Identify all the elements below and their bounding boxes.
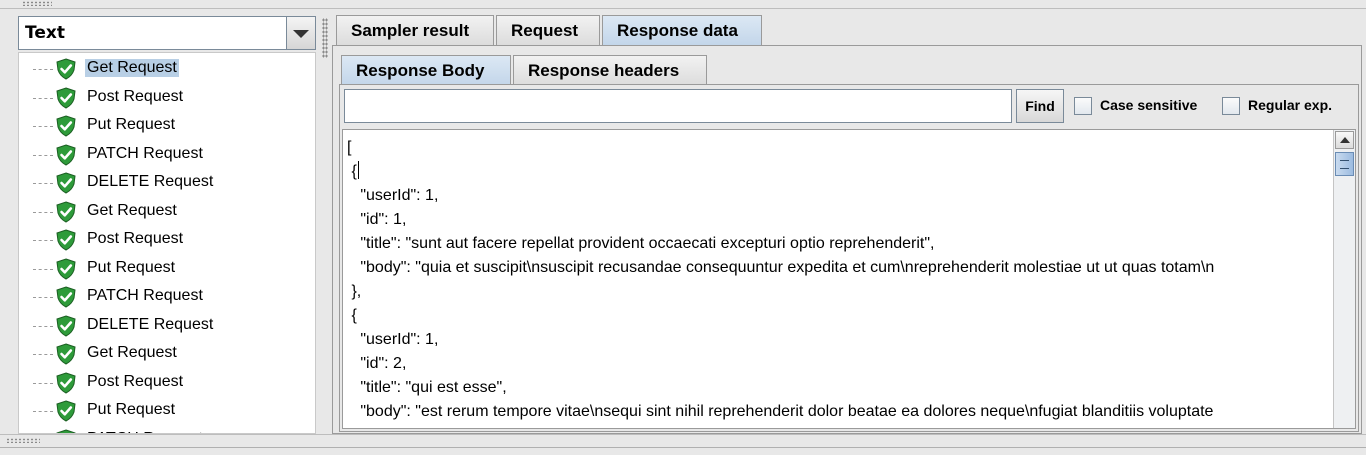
divider xyxy=(0,447,1366,448)
tree-item[interactable]: Put Request xyxy=(19,112,315,140)
response-line: [ xyxy=(347,139,352,156)
top-splitter[interactable] xyxy=(0,0,1366,9)
case-sensitive-label: Case sensitive xyxy=(1100,97,1198,113)
tab-sampler-result[interactable]: Sampler result xyxy=(336,15,494,45)
tree-item-label: Put Request xyxy=(87,401,176,418)
response-body-content: Find Case sensitive Regular exp. [ { "us… xyxy=(339,84,1359,432)
tree-connector xyxy=(33,297,53,298)
shield-check-icon xyxy=(55,257,77,280)
shield-check-icon xyxy=(55,200,77,223)
regular-exp-checkbox[interactable] xyxy=(1222,97,1240,115)
tree-item-label: Post Request xyxy=(87,230,184,247)
tree-connector xyxy=(33,211,53,213)
response-line: "title": "sunt aut facere repellat provi… xyxy=(347,235,935,252)
response-line: "userId": 1, xyxy=(347,187,439,204)
response-text[interactable]: [ { "userId": 1, "id": 1, "title": "sunt… xyxy=(347,136,1323,428)
tree-item-label: Put Request xyxy=(87,116,176,133)
subtab-response-headers[interactable]: Response headers xyxy=(513,55,707,85)
tree-connector xyxy=(33,183,53,184)
response-line: "title": "qui est esse", xyxy=(347,379,507,396)
tree-item-label: Post Request xyxy=(87,372,184,390)
tree-item[interactable]: Post Request xyxy=(19,226,315,254)
shield-check-icon xyxy=(55,229,77,251)
splitter-grip-icon[interactable] xyxy=(22,1,52,6)
scroll-up-icon[interactable] xyxy=(1335,131,1354,149)
tree-item[interactable]: Get Request xyxy=(19,340,315,368)
tree-connector xyxy=(33,97,53,99)
sample-results-tree: Get Request Post Request Put Request PATCH … xyxy=(18,52,316,434)
case-sensitive-checkbox[interactable] xyxy=(1074,97,1092,115)
renderer-dropdown[interactable]: Text xyxy=(18,16,316,50)
response-line: { xyxy=(347,161,359,180)
tree-item-label: Get Request xyxy=(87,201,177,219)
tree-item[interactable]: Post Request xyxy=(19,369,315,397)
tree-item-label: PATCH Request xyxy=(87,287,203,304)
tree-item[interactable]: Put Request xyxy=(19,397,315,425)
splitter-grip-icon[interactable] xyxy=(6,438,40,443)
response-text-area[interactable]: [ { "userId": 1, "id": 1, "title": "sunt… xyxy=(342,129,1356,429)
shield-check-icon xyxy=(55,371,77,394)
response-line: { xyxy=(347,307,357,324)
tree-item-label: Post Request xyxy=(87,87,184,105)
response-line: "body": "quia et suscipit\nsuscipit recu… xyxy=(347,259,1215,276)
tree-connector xyxy=(33,382,53,384)
find-button[interactable]: Find xyxy=(1016,89,1064,123)
vertical-scrollbar[interactable] xyxy=(1333,130,1355,428)
tree-item[interactable]: Post Request xyxy=(19,84,315,112)
scroll-thumb[interactable] xyxy=(1335,152,1354,176)
tree-item-label: Get Request xyxy=(85,59,179,77)
tree-connector xyxy=(33,411,53,412)
shield-check-icon xyxy=(55,343,77,365)
subtab-response-body[interactable]: Response Body xyxy=(341,55,511,85)
tree-connector xyxy=(33,69,53,70)
tree-item[interactable]: PATCH Request xyxy=(19,283,315,311)
tree-item[interactable]: DELETE Request xyxy=(19,169,315,197)
result-detail-panel: Sampler result Request Response data Res… xyxy=(332,14,1364,434)
bottom-splitter[interactable] xyxy=(0,434,1366,455)
vertical-splitter[interactable] xyxy=(318,10,332,434)
tree-item-label: Put Request xyxy=(87,258,176,276)
tree-item-label: DELETE Request xyxy=(87,173,214,190)
tree-item[interactable]: PATCH Request xyxy=(19,141,315,169)
tree-item-label: DELETE Request xyxy=(87,315,214,333)
shield-check-icon xyxy=(55,286,77,308)
tree-item[interactable]: DELETE Request xyxy=(19,312,315,340)
tree-connector xyxy=(33,240,53,241)
tree-item-label: PATCH Request xyxy=(87,144,203,162)
response-line: "body": "est rerum tempore vitae\nsequi … xyxy=(347,403,1214,420)
tree-item[interactable]: Get Request xyxy=(19,55,315,83)
shield-check-icon xyxy=(55,400,77,422)
tree-connector xyxy=(33,154,53,156)
shield-check-icon xyxy=(55,172,77,194)
tree-connector xyxy=(33,268,53,270)
splitter-grip-icon[interactable] xyxy=(322,18,328,58)
regular-exp-label: Regular exp. xyxy=(1248,97,1333,113)
tree-item[interactable]: Get Request xyxy=(19,198,315,226)
renderer-dropdown-value: Text xyxy=(25,23,65,43)
chevron-down-icon[interactable] xyxy=(286,17,315,49)
response-line: "id": 2, xyxy=(347,355,407,372)
shield-check-icon xyxy=(55,58,77,80)
tree-item[interactable]: Put Request xyxy=(19,255,315,283)
shield-check-icon xyxy=(55,86,77,109)
response-data-content: Response Body Response headers Find Case… xyxy=(332,45,1362,434)
search-input[interactable] xyxy=(344,89,1012,123)
tab-request[interactable]: Request xyxy=(496,15,600,45)
tree-item[interactable]: PATCH Request xyxy=(19,426,315,433)
tree-connector xyxy=(33,354,53,355)
shield-check-icon xyxy=(55,314,77,337)
tree-item-label: Get Request xyxy=(87,344,177,361)
tab-response-data[interactable]: Response data xyxy=(602,15,762,45)
response-line: "id": 1, xyxy=(347,211,407,228)
tree-connector xyxy=(33,325,53,327)
tree-connector xyxy=(33,126,53,127)
results-tree-panel: Text Get Request Post Request Put Request P… xyxy=(16,14,318,434)
response-line: }, xyxy=(347,283,362,300)
shield-check-icon xyxy=(55,115,77,137)
text-caret xyxy=(357,161,359,179)
shield-check-icon xyxy=(55,143,77,166)
response-line: "userId": 1, xyxy=(347,331,439,348)
